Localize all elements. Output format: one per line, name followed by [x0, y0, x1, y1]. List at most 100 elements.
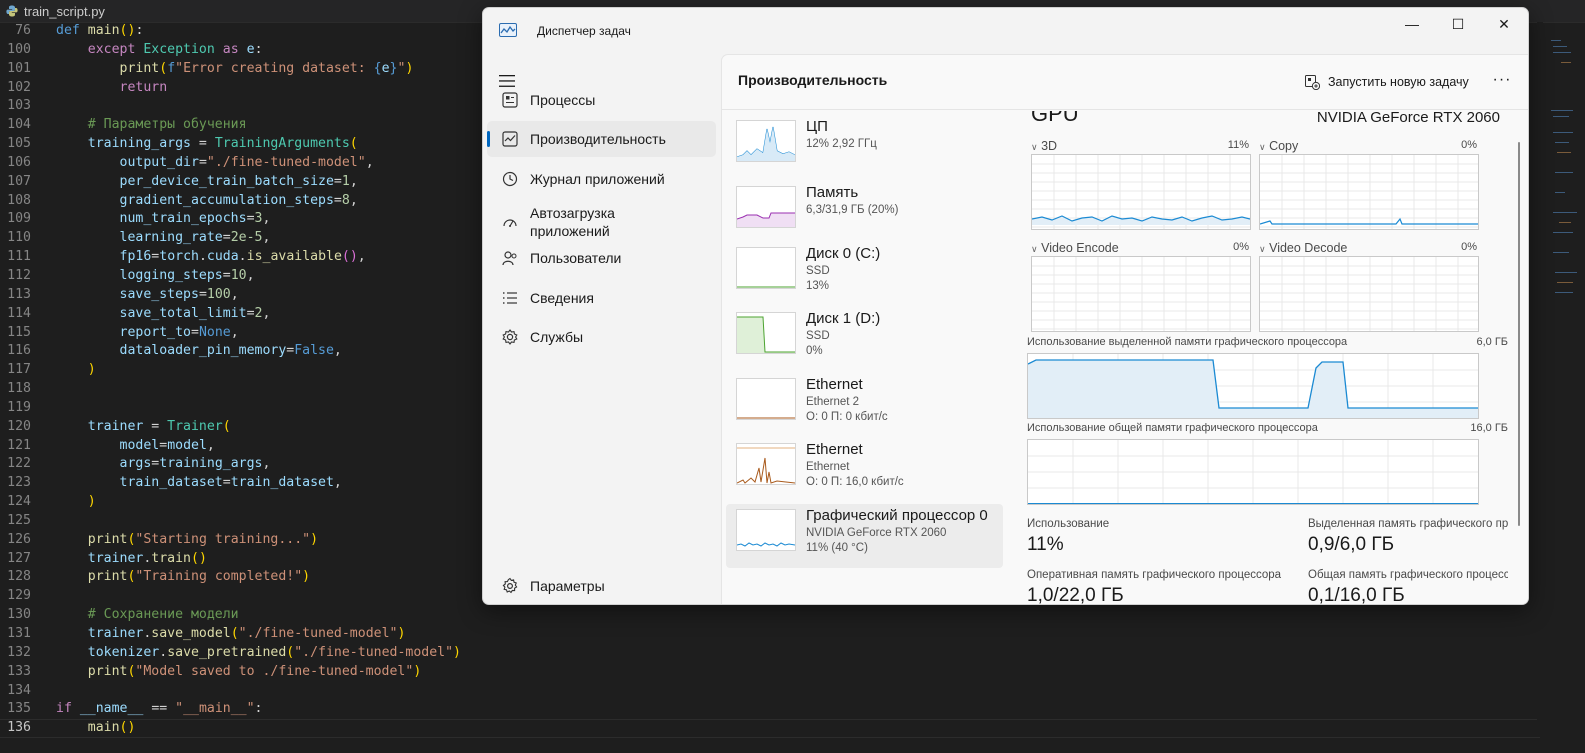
- more-icon: ···: [1492, 71, 1512, 88]
- editor-tab-title: train_script.py: [24, 3, 105, 19]
- line-number: 114: [7, 305, 31, 321]
- device-item[interactable]: Диск 1 (D:) SSD 0%: [726, 307, 1003, 371]
- code-text[interactable]: return: [56, 79, 168, 98]
- title-bar[interactable]: Диспетчер задач — ☐ ✕: [483, 8, 1528, 54]
- code-text[interactable]: except Exception as e:: [56, 41, 263, 60]
- code-text[interactable]: if __name__ == "__main__":: [56, 700, 263, 719]
- code-text[interactable]: learning_rate=2e-5,: [56, 229, 271, 248]
- engine-label[interactable]: ∨ Video Decode: [1259, 241, 1347, 255]
- stat-label: Оперативная память графического процессо…: [1027, 569, 1282, 581]
- code-text[interactable]: print("Starting training..."): [56, 531, 318, 550]
- code-text[interactable]: gradient_accumulation_steps=8,: [56, 192, 358, 211]
- nav-services[interactable]: Службы: [487, 319, 716, 355]
- engine-value: 11%: [1227, 139, 1249, 151]
- code-text[interactable]: dataloader_pin_memory=False,: [56, 342, 342, 361]
- engine-value: 0%: [1233, 241, 1249, 253]
- line-number: 108: [7, 192, 31, 208]
- code-text[interactable]: fp16=torch.cuda.is_available(),: [56, 248, 366, 267]
- device-item[interactable]: Диск 0 (C:) SSD 13%: [726, 242, 1003, 306]
- nav-app-history[interactable]: Журнал приложений: [487, 161, 716, 197]
- task-manager-window[interactable]: Диспетчер задач — ☐ ✕ Процессы Производит…: [482, 7, 1529, 605]
- code-text[interactable]: report_to=None,: [56, 324, 239, 343]
- maximize-button[interactable]: ☐: [1435, 8, 1481, 40]
- code-text[interactable]: print(f"Error creating dataset: {e}"): [56, 60, 414, 79]
- code-line[interactable]: 134: [0, 682, 1540, 701]
- nav-details[interactable]: Сведения: [487, 280, 716, 316]
- code-text[interactable]: main(): [56, 720, 136, 737]
- device-name: Графический процессор 0: [806, 507, 988, 524]
- more-options-button[interactable]: ···: [1488, 71, 1516, 93]
- code-text[interactable]: trainer = Trainer(: [56, 418, 231, 437]
- nav-users[interactable]: Пользователи: [487, 240, 716, 276]
- code-line[interactable]: 135 if __name__ == "__main__":: [0, 700, 1540, 719]
- code-line[interactable]: 132 tokenizer.save_pretrained("./fine-tu…: [0, 644, 1540, 663]
- code-line[interactable]: 136 main(): [0, 719, 1540, 739]
- line-number: 104: [7, 117, 31, 133]
- line-number: 124: [7, 494, 31, 510]
- line-number: 103: [7, 98, 31, 114]
- editor-minimap[interactable]: [1543, 22, 1585, 322]
- line-number: 119: [7, 399, 31, 415]
- device-item[interactable]: Память 6,3/31,9 ГБ (20%): [726, 181, 1003, 245]
- run-new-task-button[interactable]: Запустить новую задачу: [1304, 71, 1469, 93]
- device-thumbnail-graph: [736, 186, 796, 228]
- code-text[interactable]: train_dataset=train_dataset,: [56, 474, 342, 493]
- services-icon: [502, 329, 518, 345]
- code-text[interactable]: per_device_train_batch_size=1,: [56, 173, 358, 192]
- code-line[interactable]: 131 trainer.save_model("./fine-tuned-mod…: [0, 625, 1540, 644]
- history-icon: [502, 171, 518, 187]
- line-number: 121: [7, 437, 31, 453]
- device-subtitle: SSD: [806, 265, 830, 277]
- code-text[interactable]: print("Training completed!"): [56, 568, 310, 587]
- device-item[interactable]: Ethernet Ethernet О: 0 П: 16,0 кбит/с: [726, 438, 1003, 502]
- nav-performance[interactable]: Производительность: [487, 121, 716, 157]
- nav-settings[interactable]: Параметры: [487, 568, 716, 604]
- nav-startup[interactable]: Автозагрузка приложений: [487, 200, 716, 244]
- nav-services-label: Службы: [530, 329, 584, 345]
- editor-tab[interactable]: train_script.py: [0, 0, 115, 22]
- engine-label[interactable]: ∨ 3D: [1031, 139, 1057, 153]
- line-number: 101: [7, 60, 31, 76]
- device-name: Диск 0 (C:): [806, 245, 881, 262]
- device-subtitle: Ethernet: [806, 461, 850, 473]
- code-text[interactable]: def main():: [56, 22, 143, 41]
- line-number: 117: [7, 362, 31, 378]
- device-item[interactable]: Графический процессор 0 NVIDIA GeForce RT…: [726, 504, 1003, 568]
- code-text[interactable]: trainer.train(): [56, 550, 207, 569]
- code-text[interactable]: trainer.save_model("./fine-tuned-model"): [56, 625, 406, 644]
- code-line[interactable]: 130 # Сохранение модели: [0, 606, 1540, 625]
- device-thumbnail-graph: [736, 378, 796, 420]
- engine-label[interactable]: ∨ Video Encode: [1031, 241, 1119, 255]
- code-text[interactable]: ): [56, 361, 96, 380]
- code-text[interactable]: logging_steps=10,: [56, 267, 255, 286]
- device-item[interactable]: ЦП 12% 2,92 ГГц: [726, 115, 1003, 179]
- engine-label[interactable]: ∨ Copy: [1259, 139, 1298, 153]
- code-text[interactable]: ): [56, 493, 96, 512]
- code-text[interactable]: output_dir="./fine-tuned-model",: [56, 154, 374, 173]
- code-text[interactable]: save_steps=100,: [56, 286, 239, 305]
- line-number: 116: [7, 343, 31, 359]
- stat-label: Общая память графического процессора: [1308, 569, 1508, 581]
- code-text[interactable]: # Сохранение модели: [56, 606, 239, 625]
- line-number: 107: [7, 173, 31, 189]
- detail-scrollbar[interactable]: [1518, 142, 1520, 526]
- nav-settings-label: Параметры: [530, 578, 605, 594]
- close-button[interactable]: ✕: [1481, 8, 1527, 40]
- code-text[interactable]: print("Model saved to ./fine-tuned-model…: [56, 663, 422, 682]
- line-number: 135: [7, 701, 31, 717]
- code-text[interactable]: args=training_args,: [56, 455, 271, 474]
- code-text[interactable]: tokenizer.save_pretrained("./fine-tuned-…: [56, 644, 461, 663]
- minimize-button[interactable]: —: [1389, 8, 1435, 40]
- code-text[interactable]: model=model,: [56, 437, 215, 456]
- code-text[interactable]: training_args = TrainingArguments(: [56, 135, 358, 154]
- device-item[interactable]: Ethernet Ethernet 2 О: 0 П: 0 кбит/с: [726, 373, 1003, 437]
- engine-graph: [1031, 154, 1251, 230]
- code-line[interactable]: 133 print("Model saved to ./fine-tuned-m…: [0, 663, 1540, 682]
- code-text[interactable]: # Параметры обучения: [56, 116, 247, 135]
- code-text[interactable]: num_train_epochs=3,: [56, 210, 271, 229]
- nav-processes[interactable]: Процессы: [487, 82, 716, 118]
- code-text[interactable]: save_total_limit=2,: [56, 305, 271, 324]
- line-number: 112: [7, 267, 31, 283]
- device-metric: О: 0 П: 16,0 кбит/с: [806, 476, 904, 488]
- nav-performance-label: Производительность: [530, 131, 666, 147]
